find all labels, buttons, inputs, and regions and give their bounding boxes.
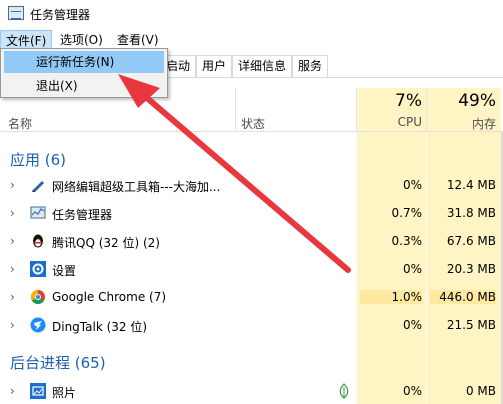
process-row[interactable]: › 网络编辑超级工具箱---大海加... 0% 12.4 MB (0, 171, 503, 199)
chevron-right-icon[interactable]: › (10, 290, 15, 304)
process-cpu: 1.0% (360, 290, 422, 304)
chevron-right-icon[interactable]: › (10, 234, 15, 248)
background-processes-section-header: 后台进程 (65) (0, 348, 503, 374)
cpu-column-header[interactable]: CPU (360, 115, 422, 129)
pen-icon (32, 181, 44, 192)
memory-column-header[interactable]: 内存 (430, 115, 496, 132)
process-name: Google Chrome (7) (52, 290, 167, 304)
apps-section-label: 应用 (6) (10, 151, 67, 169)
process-cpu: 0.7% (391, 206, 423, 220)
chrome-icon (31, 290, 45, 304)
file-dropdown-menu: 运行新任务(N) 退出(X) (0, 48, 168, 98)
process-name: 设置 (52, 264, 77, 278)
process-name: DingTalk (32 位) (52, 320, 148, 334)
process-cpu: 0% (402, 384, 422, 398)
column-divider (356, 88, 357, 132)
chevron-right-icon[interactable]: › (10, 178, 15, 192)
menu-view[interactable]: 查看(V) (112, 30, 164, 50)
tab-services[interactable]: 服务 (292, 55, 329, 77)
process-memory: 21.5 MB (446, 318, 496, 332)
process-row[interactable]: › 任务管理器 0.7% 31.8 MB (0, 199, 503, 227)
process-memory: 0 MB (465, 384, 496, 398)
menu-file[interactable]: 文件(F) (0, 30, 53, 50)
qq-penguin-icon (33, 234, 43, 248)
process-row[interactable]: › Google Chrome (7) 1.0% 446.0 MB (0, 283, 503, 311)
process-memory: 446.0 MB (430, 290, 496, 304)
task-manager-icon (30, 206, 46, 219)
column-divider (426, 88, 427, 132)
process-memory: 67.6 MB (446, 234, 496, 248)
name-column-header[interactable]: 名称 (8, 115, 32, 132)
status-column-header[interactable]: 状态 (241, 115, 265, 132)
process-row[interactable]: › DingTalk (32 位) 0% 21.5 MB (0, 311, 503, 339)
process-row[interactable]: › 照片 0% 0 MB (0, 377, 503, 404)
menu-bar: 文件(F) 选项(O) 查看(V) (0, 28, 503, 50)
process-memory: 31.8 MB (446, 206, 496, 220)
process-row[interactable]: › 设置 0% 20.3 MB (0, 255, 503, 283)
process-name: 网络编辑超级工具箱---大海加... (52, 180, 221, 194)
process-row[interactable]: › 腾讯QQ (32 位) (2) 0.3% 67.6 MB (0, 227, 503, 255)
exit-menu-item[interactable]: 退出(X) (4, 75, 164, 97)
memory-total-percent: 49% (458, 91, 496, 111)
task-manager-icon (8, 6, 24, 20)
run-new-task-menu-item[interactable]: 运行新任务(N) (4, 51, 164, 73)
process-name: 任务管理器 (52, 208, 113, 222)
process-memory: 20.3 MB (446, 262, 496, 276)
cpu-total-percent: 7% (395, 91, 422, 111)
menu-options[interactable]: 选项(O) (55, 30, 108, 50)
background-section-label: 后台进程 (65) (10, 354, 106, 372)
process-cpu: 0% (402, 178, 422, 192)
chevron-right-icon[interactable]: › (10, 318, 15, 332)
process-name: 照片 (52, 386, 77, 400)
column-divider (235, 88, 236, 132)
window-title: 任务管理器 (30, 8, 91, 22)
title-bar: 任务管理器 (0, 0, 503, 28)
chevron-right-icon[interactable]: › (10, 206, 15, 220)
chevron-right-icon[interactable]: › (10, 384, 15, 398)
process-name: 腾讯QQ (32 位) (2) (52, 236, 160, 250)
process-memory: 12.4 MB (446, 178, 496, 192)
photos-icon (30, 383, 46, 399)
apps-section-header: 应用 (6) (0, 145, 503, 171)
dingtalk-icon (30, 317, 46, 333)
tab-details[interactable]: 详细信息 (232, 55, 293, 77)
process-cpu: 0.3% (391, 234, 423, 248)
process-cpu: 0% (402, 262, 422, 276)
tab-users[interactable]: 用户 (196, 55, 233, 77)
leaf-icon (339, 383, 349, 399)
process-cpu: 0% (402, 318, 422, 332)
gear-icon (30, 261, 46, 277)
chevron-right-icon[interactable]: › (10, 262, 15, 276)
